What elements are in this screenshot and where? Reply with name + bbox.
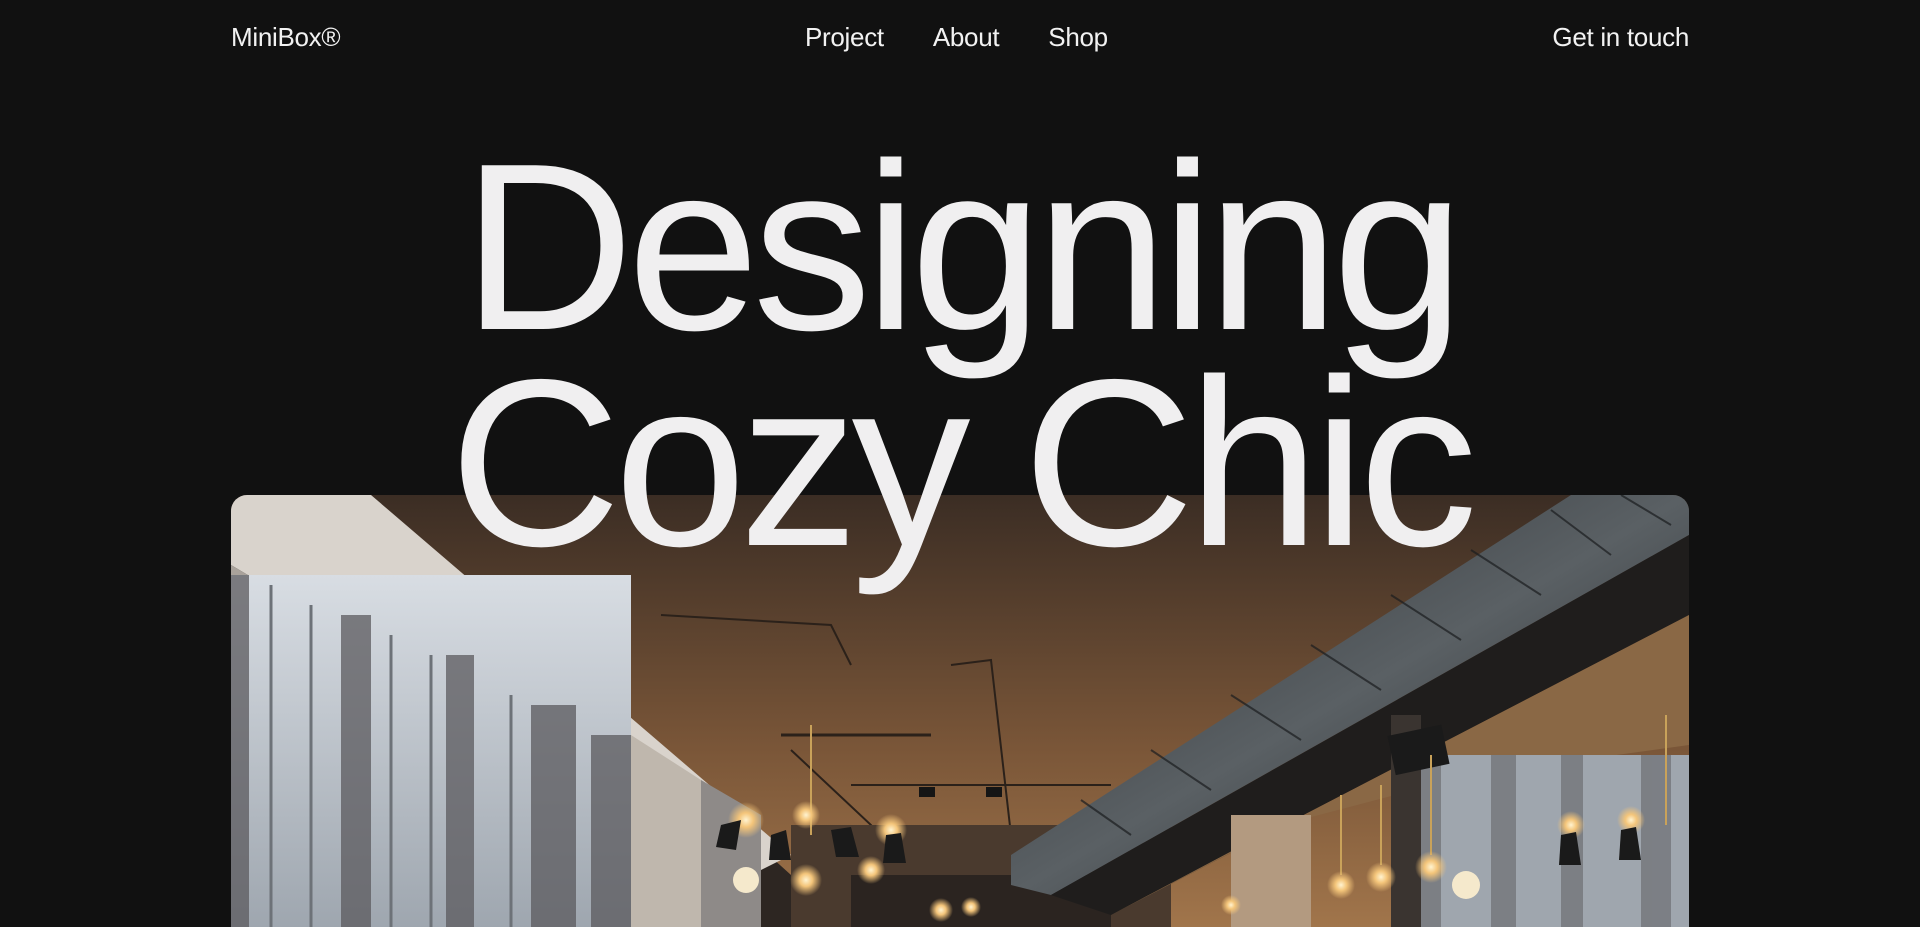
hero-title: Designing Cozy Chic	[0, 115, 1920, 596]
get-in-touch-link[interactable]: Get in touch	[1552, 20, 1689, 54]
nav-item-project: Project	[805, 20, 884, 54]
top-navigation: MiniBox® Project About Shop Get in touch	[0, 0, 1920, 74]
nav-link-shop[interactable]: Shop	[1048, 22, 1108, 52]
nav-item-about: About	[933, 20, 1000, 54]
nav-item-shop: Shop	[1048, 20, 1108, 54]
brand-logo[interactable]: MiniBox®	[231, 20, 341, 54]
nav-link-project[interactable]: Project	[805, 22, 884, 52]
hero-title-line-2: Cozy Chic	[449, 331, 1477, 596]
nav-link-about[interactable]: About	[933, 22, 1000, 52]
nav-links: Project About Shop	[805, 20, 1108, 54]
hero-title-line-1: Designing	[462, 115, 1464, 380]
